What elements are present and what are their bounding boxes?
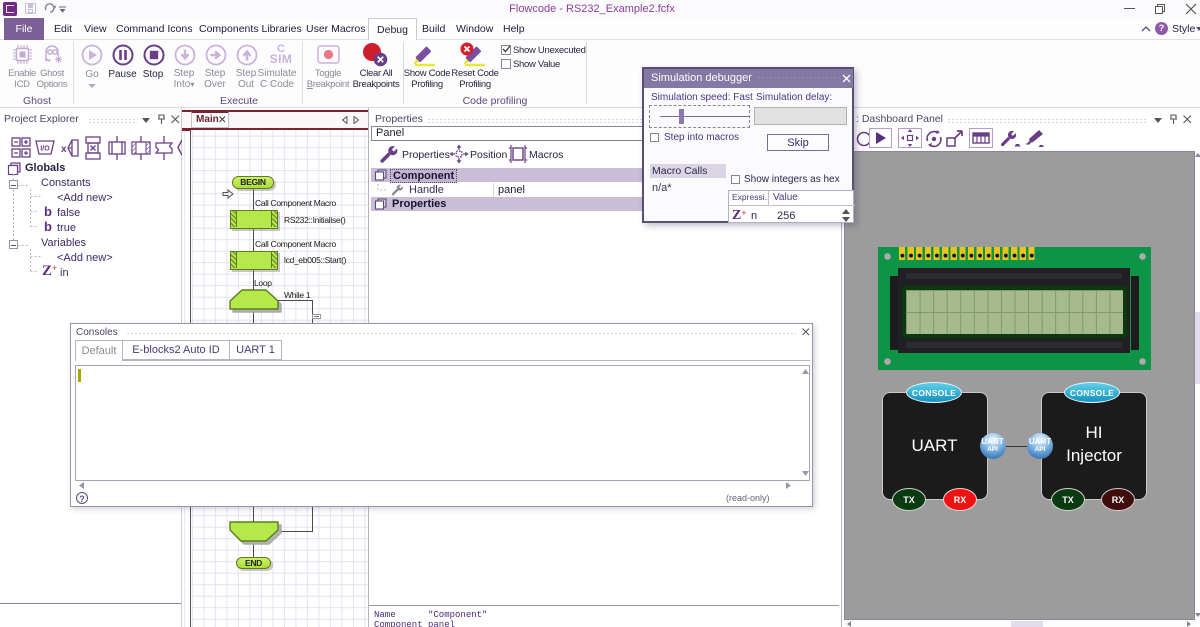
svg-text:I/O: I/O [40,146,50,153]
svg-text:x: x [61,144,67,155]
